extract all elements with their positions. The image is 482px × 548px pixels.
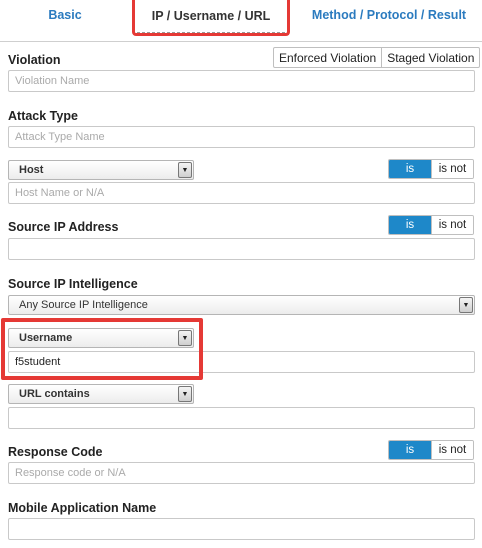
response-code-label: Response Code [8, 445, 103, 459]
source-ip-is-toggle: is is not [388, 215, 474, 235]
host-is-not-button[interactable]: is not [431, 160, 473, 178]
staged-violation-button[interactable]: Staged Violation [381, 48, 479, 67]
response-code-is-toggle: is is not [388, 440, 474, 460]
response-code-is-not-button[interactable]: is not [431, 441, 473, 459]
host-name-input[interactable]: Host Name or N/A [8, 182, 475, 204]
violation-type-toggle: Enforced Violation Staged Violation [273, 47, 481, 68]
response-code-input[interactable]: Response code or N/A [8, 462, 475, 484]
source-ip-intelligence-label: Source IP Intelligence [8, 277, 138, 291]
attack-type-label: Attack Type [8, 109, 78, 123]
violation-label: Violation [8, 53, 61, 67]
attack-type-input[interactable]: Attack Type Name [8, 126, 475, 148]
source-ip-is-button[interactable]: is [389, 216, 431, 234]
tab-basic[interactable]: Basic [0, 0, 130, 30]
tab-ip-username-url[interactable]: IP / Username / URL [132, 0, 290, 36]
host-is-button[interactable]: is [389, 160, 431, 178]
host-select[interactable]: Host ▼ [8, 160, 194, 180]
source-ip-intelligence-value: Any Source IP Intelligence [19, 299, 148, 311]
url-input[interactable] [8, 407, 475, 429]
host-select-value: Host [19, 164, 44, 176]
source-ip-is-not-button[interactable]: is not [431, 216, 473, 234]
username-highlight-box [1, 318, 203, 380]
enforced-violation-button[interactable]: Enforced Violation [274, 48, 381, 67]
tab-ip-username-url-label: IP / Username / URL [137, 0, 285, 33]
tab-method-protocol-result[interactable]: Method / Protocol / Result [304, 0, 474, 30]
tab-bar: Basic IP / Username / URL Method / Proto… [0, 0, 482, 42]
dropdown-arrow-icon: ▼ [178, 386, 192, 402]
mobile-app-input[interactable] [8, 518, 475, 540]
source-ip-label: Source IP Address [8, 220, 119, 234]
source-ip-intelligence-select[interactable]: Any Source IP Intelligence ▼ [8, 295, 475, 315]
dropdown-arrow-icon: ▼ [178, 162, 192, 178]
host-is-toggle: is is not [388, 159, 474, 179]
dropdown-arrow-icon: ▼ [459, 297, 473, 313]
violation-name-input[interactable]: Violation Name [8, 70, 475, 92]
response-code-is-button[interactable]: is [389, 441, 431, 459]
source-ip-input[interactable] [8, 238, 475, 260]
url-select[interactable]: URL contains ▼ [8, 384, 194, 404]
url-select-value: URL contains [19, 388, 90, 400]
mobile-app-label: Mobile Application Name [8, 501, 157, 515]
